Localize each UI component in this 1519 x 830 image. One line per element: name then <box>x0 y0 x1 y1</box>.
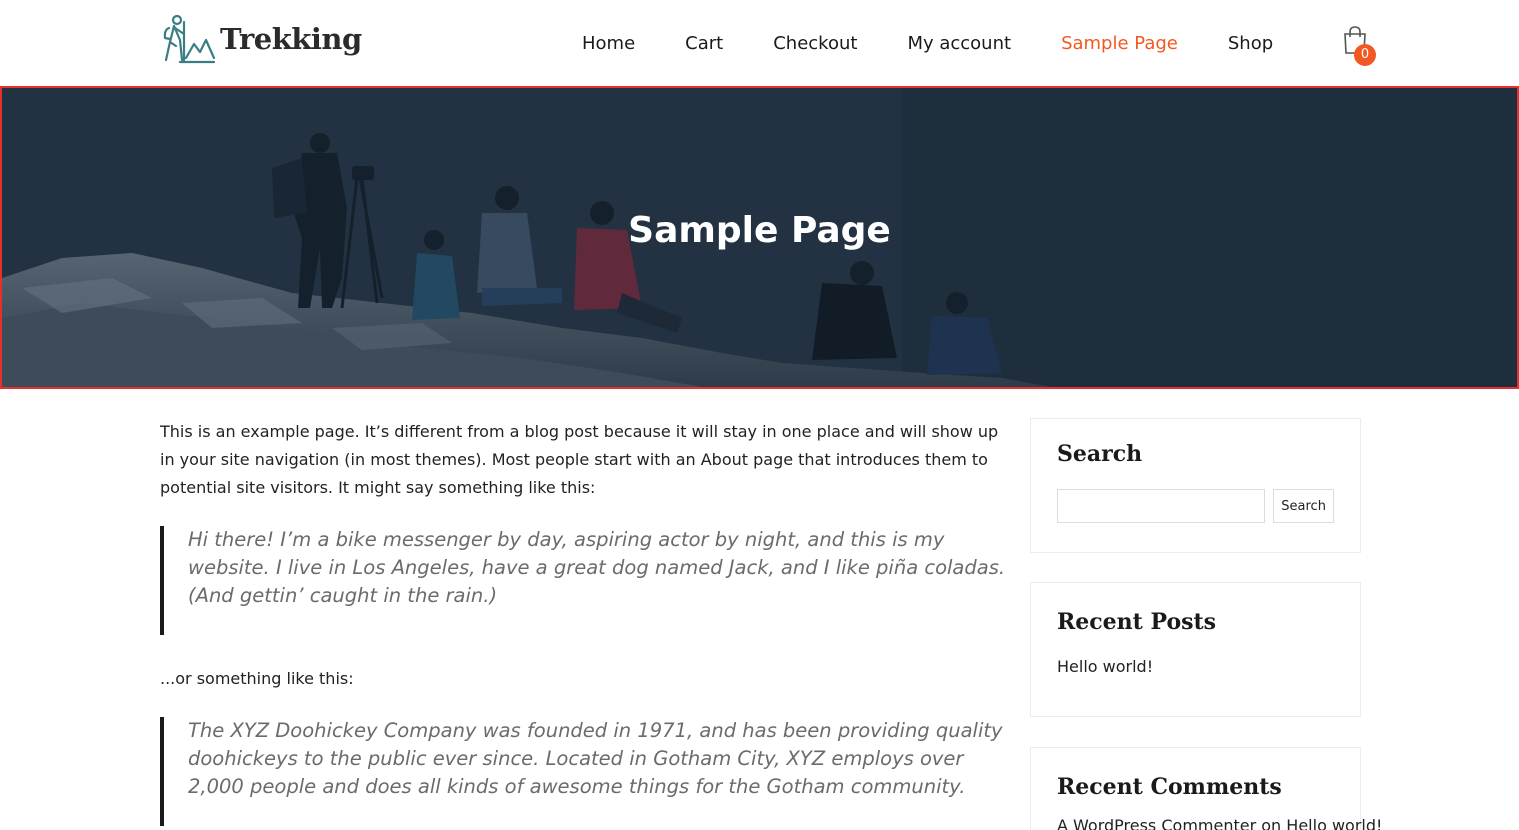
nav-checkout[interactable]: Checkout <box>773 33 857 54</box>
blockquote-1-text: Hi there! I’m a bike messenger by day, a… <box>188 528 1006 607</box>
search-input[interactable] <box>1057 489 1266 523</box>
nav-my-account[interactable]: My account <box>907 33 1011 54</box>
recent-posts-widget: Recent Posts Hello world! <box>1030 582 1361 717</box>
blockquote-1: Hi there! I’m a bike messenger by day, a… <box>160 526 1010 635</box>
recent-comments-title: Recent Comments <box>1057 774 1282 800</box>
search-button[interactable]: Search <box>1273 489 1334 523</box>
recent-posts-title: Recent Posts <box>1057 609 1217 635</box>
intro-paragraph: This is an example page. It’s different … <box>160 422 999 497</box>
nav-shop[interactable]: Shop <box>1228 33 1273 54</box>
site-logo[interactable]: Trekking <box>160 12 362 66</box>
transition-paragraph: ...or something like this: <box>160 669 354 688</box>
recent-comment-item: A WordPress Commenter on Hello world! <box>1057 816 1382 830</box>
nav-home[interactable]: Home <box>582 33 635 54</box>
cart-button[interactable]: 0 <box>1340 26 1380 66</box>
comment-post-link[interactable]: Hello world! <box>1286 816 1382 830</box>
site-header: Trekking Home Cart Checkout My account S… <box>0 0 1519 86</box>
comment-on-text: on <box>1261 816 1282 830</box>
search-form: Search <box>1057 489 1334 523</box>
site-title: Trekking <box>220 22 362 56</box>
blockquote-2-text: The XYZ Doohickey Company was founded in… <box>188 719 1003 798</box>
nav-sample-page[interactable]: Sample Page <box>1061 33 1178 54</box>
main-navigation: Home Cart Checkout My account Sample Pag… <box>557 28 1298 58</box>
comment-author-link[interactable]: A WordPress Commenter <box>1057 816 1256 830</box>
page-content: This is an example page. It’s different … <box>160 418 1010 826</box>
blockquote-2: The XYZ Doohickey Company was founded in… <box>160 717 1010 826</box>
search-widget-title: Search <box>1057 441 1143 467</box>
search-widget: Search Search <box>1030 418 1361 553</box>
hiker-logo-icon <box>163 14 216 64</box>
page-title: Sample Page <box>628 210 891 251</box>
nav-cart[interactable]: Cart <box>685 33 723 54</box>
recent-post-link[interactable]: Hello world! <box>1057 657 1334 676</box>
page-hero-banner: Sample Page <box>0 86 1519 389</box>
cart-count-badge: 0 <box>1354 44 1376 66</box>
recent-comments-widget: Recent Comments A WordPress Commenter on… <box>1030 747 1382 830</box>
